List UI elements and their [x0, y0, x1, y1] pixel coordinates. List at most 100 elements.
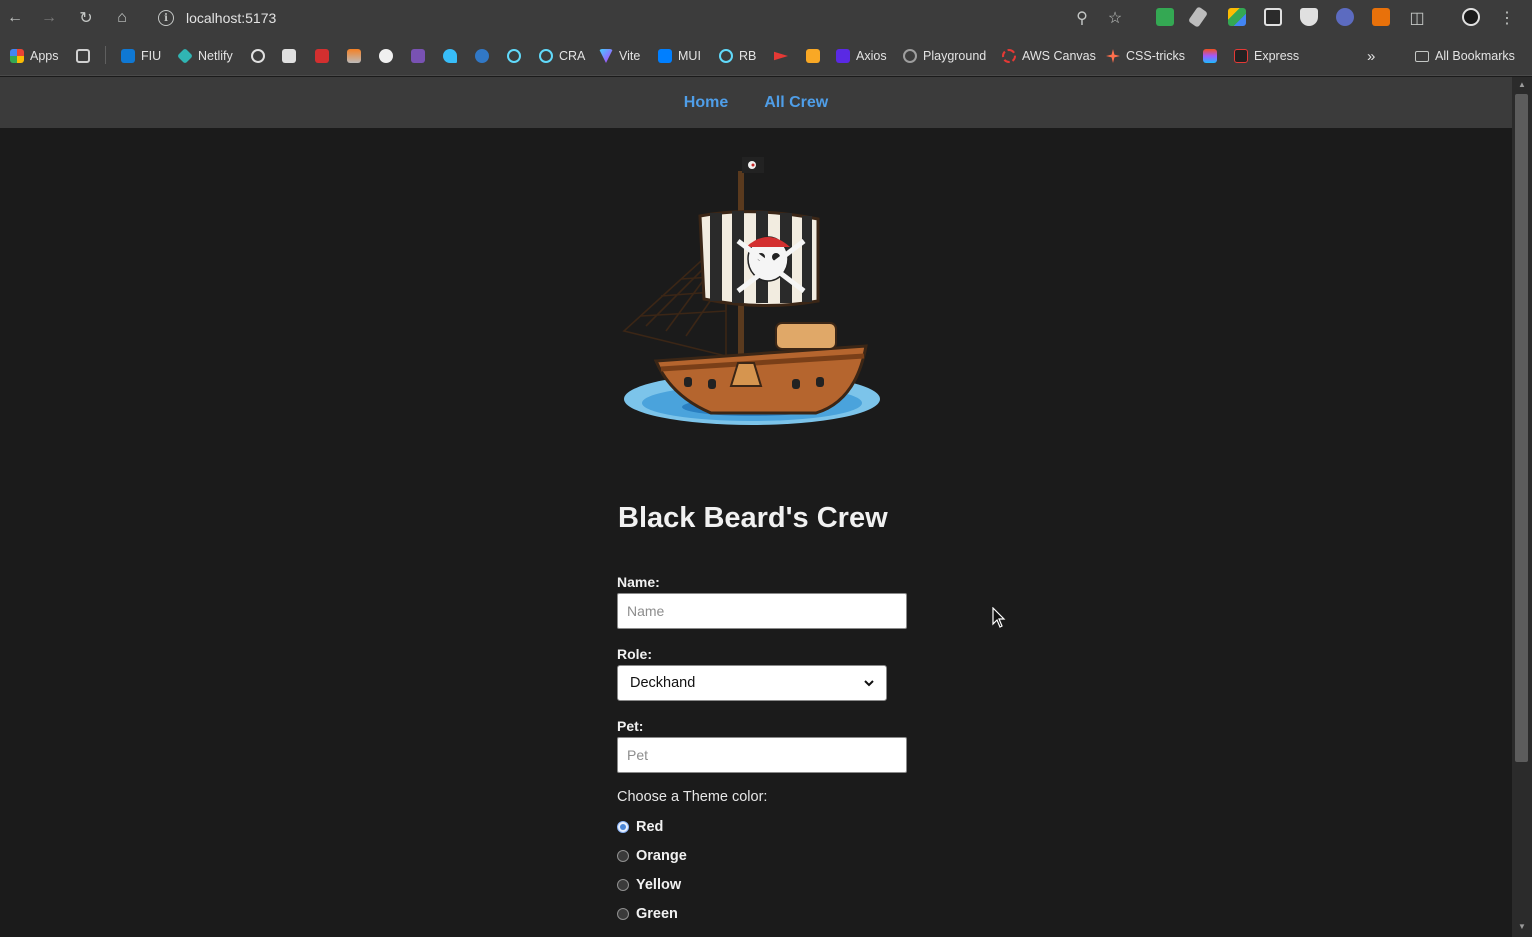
- mui-icon: [658, 49, 672, 63]
- page-viewport: Home All Crew Black Beard's Crew Name: N…: [0, 77, 1512, 937]
- bookmark-star-icon[interactable]: ☆: [1103, 6, 1127, 30]
- bookmark-cra[interactable]: CRA: [539, 47, 585, 65]
- theme-option-label: Orange: [636, 848, 687, 864]
- url-text[interactable]: localhost:5173: [186, 10, 276, 26]
- bookmark-tailwind[interactable]: [443, 47, 457, 65]
- express-icon: [1234, 49, 1248, 63]
- radio-button[interactable]: [617, 850, 629, 862]
- pet-input[interactable]: [617, 737, 907, 773]
- nav-home-link[interactable]: Home: [684, 94, 728, 112]
- outlook-icon: [121, 49, 135, 63]
- extensions-puzzle-icon[interactable]: ◫: [1405, 6, 1429, 30]
- zoom-icon[interactable]: ⚲: [1070, 6, 1094, 30]
- bookmark-express[interactable]: Express: [1234, 47, 1299, 65]
- pet-label: Pet:: [617, 718, 644, 734]
- name-input[interactable]: [617, 593, 907, 629]
- address-bar[interactable]: i localhost:5173: [150, 4, 1310, 32]
- name-label: Name:: [617, 574, 660, 590]
- shield-icon[interactable]: [1300, 8, 1318, 26]
- figma-icon: [1203, 49, 1217, 63]
- radio-button[interactable]: [617, 908, 629, 920]
- nav-all-crew-link[interactable]: All Crew: [764, 94, 828, 112]
- bookmark-css-tricks[interactable]: CSS-tricks: [1106, 47, 1185, 65]
- bookmark-openai[interactable]: [251, 47, 265, 65]
- scrollbar-thumb[interactable]: [1515, 94, 1528, 762]
- radio-button[interactable]: [617, 879, 629, 891]
- grid-icon: [76, 49, 90, 63]
- bookmark-aws-canvas[interactable]: AWS Canvas: [1002, 47, 1096, 65]
- pirate-ship-image: [622, 157, 880, 425]
- react-icon: [507, 49, 521, 63]
- page-title: Black Beard's Crew: [618, 502, 888, 534]
- theme-option-red[interactable]: Red: [617, 819, 663, 835]
- bookmarks-bar: Apps FIU Netlify CRA Vite MUI RB Axios P…: [0, 36, 1532, 76]
- scroll-up-arrow-icon[interactable]: ▲: [1516, 80, 1528, 90]
- bookmark-react[interactable]: [507, 47, 521, 65]
- bookmark-styled[interactable]: [475, 47, 489, 65]
- stack-icon: [806, 49, 820, 63]
- bookmark-mui[interactable]: MUI: [658, 47, 701, 65]
- folder-icon: [1415, 50, 1429, 62]
- bookmark-apps[interactable]: Apps: [10, 47, 59, 65]
- stackoverflow-icon: [347, 49, 361, 63]
- role-select[interactable]: Deckhand: [617, 665, 887, 701]
- extension-icon-4[interactable]: [1372, 8, 1390, 26]
- openai-icon: [251, 49, 265, 63]
- radio-button-checked[interactable]: [617, 821, 629, 833]
- bookmarks-overflow-icon[interactable]: »: [1367, 47, 1375, 65]
- axios-icon: [836, 49, 850, 63]
- bookmark-github[interactable]: [379, 47, 393, 65]
- bookmark-playground[interactable]: Playground: [903, 47, 986, 65]
- bookmark-axios[interactable]: Axios: [836, 47, 887, 65]
- medium-icon: [282, 49, 296, 63]
- bookmark-stackoverflow[interactable]: [347, 47, 361, 65]
- wave-icon: [475, 49, 489, 63]
- bookmark-stack[interactable]: [806, 47, 820, 65]
- scroll-down-arrow-icon[interactable]: ▼: [1516, 922, 1528, 932]
- bookmark-arrow[interactable]: [774, 47, 788, 65]
- forward-icon[interactable]: →: [37, 6, 61, 30]
- bookmark-bootstrap[interactable]: [411, 47, 425, 65]
- bookmark-fiu[interactable]: FIU: [121, 47, 161, 65]
- theme-option-green[interactable]: Green: [617, 906, 678, 922]
- bookmark-medium[interactable]: [282, 47, 296, 65]
- role-label: Role:: [617, 646, 652, 662]
- canvas-icon: [1002, 49, 1016, 63]
- chevron-down-icon: [864, 679, 874, 686]
- bookmark-rb[interactable]: RB: [719, 47, 756, 65]
- profile-avatar[interactable]: [1462, 8, 1480, 26]
- theme-color-prompt: Choose a Theme color:: [617, 789, 768, 805]
- home-icon[interactable]: ⌂: [110, 6, 134, 30]
- bookmark-red[interactable]: [315, 47, 329, 65]
- menu-kebab-icon[interactable]: ⋮: [1495, 6, 1519, 30]
- site-info-icon[interactable]: i: [158, 10, 174, 26]
- all-bookmarks[interactable]: All Bookmarks: [1415, 47, 1515, 65]
- github-icon: [379, 49, 393, 63]
- bootstrap-icon: [411, 49, 425, 63]
- extension-icon-3[interactable]: [1336, 8, 1354, 26]
- bookmarks-divider: [105, 46, 106, 64]
- vite-icon: [599, 49, 613, 63]
- role-selected-value: Deckhand: [630, 675, 696, 691]
- browser-toolbar: ← → ↻ ⌂ i localhost:5173 ⚲ ☆ ◫ ⋮: [0, 0, 1532, 36]
- theme-option-yellow[interactable]: Yellow: [617, 877, 681, 893]
- back-icon[interactable]: ←: [3, 6, 27, 30]
- mouse-cursor-icon: [992, 607, 1006, 628]
- extension-icon-2[interactable]: [1264, 8, 1282, 26]
- asterisk-icon: [1106, 49, 1120, 63]
- theme-option-orange[interactable]: Orange: [617, 848, 687, 864]
- theme-option-label: Yellow: [636, 877, 682, 893]
- arrow-app-icon: [774, 51, 788, 61]
- bookmark-vite[interactable]: Vite: [599, 47, 640, 65]
- bookmark-figma[interactable]: [1203, 47, 1217, 65]
- red-app-icon: [315, 49, 329, 63]
- site-navbar: Home All Crew: [0, 77, 1512, 128]
- bookmark-tab-groups[interactable]: [76, 47, 90, 65]
- reload-icon[interactable]: ↻: [74, 6, 98, 30]
- drive-icon[interactable]: [1228, 8, 1246, 26]
- bookmark-netlify[interactable]: Netlify: [177, 47, 233, 65]
- openai-icon: [903, 49, 917, 63]
- netlify-icon: [177, 48, 193, 64]
- extension-icon-1[interactable]: [1156, 8, 1174, 26]
- theme-option-label: Green: [636, 906, 678, 922]
